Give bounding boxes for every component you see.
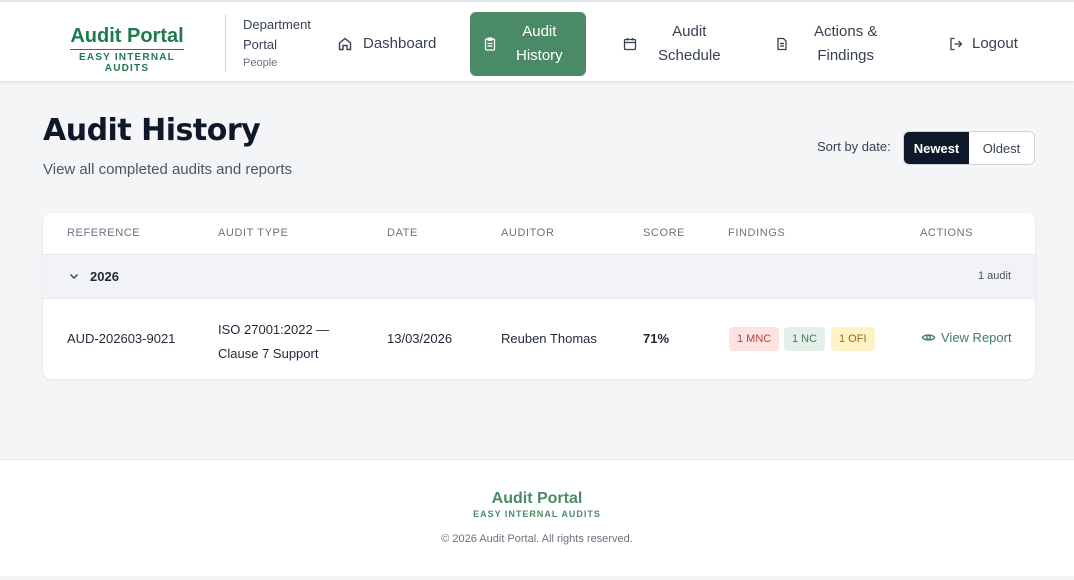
department-portal: Department Portal People xyxy=(243,15,311,71)
view-report-label: View Report xyxy=(941,330,1012,345)
year-group-row[interactable]: 2026 1 audit xyxy=(43,254,1035,299)
finding-badge-ofi: 1 OFI xyxy=(831,327,875,351)
group-count: 1 audit xyxy=(977,270,1011,282)
finding-badge-mnc: 1 MNC xyxy=(729,327,780,351)
audit-type-line2: Clause 7 Support xyxy=(218,346,319,361)
sort-oldest-button[interactable]: Oldest xyxy=(969,132,1034,164)
column-header-actions: ACTIONS xyxy=(920,227,974,239)
footer-brand-title: Audit Portal xyxy=(491,490,583,507)
department-line2: Portal xyxy=(243,37,277,52)
nav-actions-findings[interactable]: Actions & Findings xyxy=(774,12,877,76)
nav-logout[interactable]: Logout xyxy=(948,12,1018,76)
nav-actions-findings-label: Actions & Findings xyxy=(814,20,877,68)
top-navbar: Audit Portal EASY INTERNAL AUDITS Depart… xyxy=(0,2,1074,82)
column-header-auditor: AUDITOR xyxy=(501,227,555,239)
footer-brand-subtitle: EASY INTERNAL AUDITS xyxy=(473,509,601,519)
nav-logout-label: Logout xyxy=(972,35,1018,52)
clipboard-icon xyxy=(484,37,496,51)
department-line1: Department xyxy=(243,17,311,32)
nav-audit-schedule-line2: Schedule xyxy=(658,47,721,64)
cell-reference: AUD-202603-9021 xyxy=(67,331,176,346)
audit-type-line1: ISO 27001:2022 — xyxy=(218,322,330,337)
nav-audit-schedule[interactable]: Audit Schedule xyxy=(622,12,721,76)
column-header-score: SCORE xyxy=(643,227,686,239)
document-icon xyxy=(777,37,787,51)
nav-dashboard[interactable]: Dashboard xyxy=(337,12,436,76)
audit-history-table: REFERENCE AUDIT TYPE DATE AUDITOR SCORE … xyxy=(43,213,1035,379)
brand-logo[interactable]: Audit Portal EASY INTERNAL AUDITS xyxy=(57,24,197,74)
column-header-reference: REFERENCE xyxy=(67,227,141,239)
sort-label: Sort by date: xyxy=(817,139,891,154)
table-row: AUD-202603-9021 ISO 27001:2022 — Clause … xyxy=(43,299,1035,379)
nav-actions-line1: Actions & xyxy=(814,23,878,40)
logout-icon xyxy=(950,37,963,51)
column-header-audit-type: AUDIT TYPE xyxy=(218,227,289,239)
nav-dashboard-label: Dashboard xyxy=(363,35,437,52)
finding-badge-nc: 1 NC xyxy=(784,327,826,351)
footer-copyright: © 2026 Audit Portal. All rights reserved… xyxy=(441,533,633,545)
page-footer: Audit Portal EASY INTERNAL AUDITS © 2026… xyxy=(0,459,1074,576)
page-subtitle: View all completed audits and reports xyxy=(43,161,293,178)
sort-toggle: Newest Oldest xyxy=(903,131,1035,165)
cell-auditor: Reuben Thomas xyxy=(501,331,597,346)
column-header-date: DATE xyxy=(387,227,418,239)
page-title: Audit History xyxy=(43,113,261,148)
column-header-findings: FINDINGS xyxy=(728,227,786,239)
eye-icon xyxy=(921,334,936,341)
cell-audit-type: ISO 27001:2022 — Clause 7 Support xyxy=(218,318,329,366)
nav-audit-history-label: Audit History xyxy=(516,20,563,68)
chevron-down-icon[interactable] xyxy=(67,269,81,283)
table-header: REFERENCE AUDIT TYPE DATE AUDITOR SCORE … xyxy=(43,213,1035,254)
view-report-link[interactable]: View Report xyxy=(921,330,1012,345)
cell-score: 71% xyxy=(643,331,670,346)
calendar-icon xyxy=(623,38,637,51)
department-sub: People xyxy=(243,57,278,69)
cell-date: 13/03/2026 xyxy=(387,331,453,346)
brand-title: Audit Portal xyxy=(70,24,184,50)
brand-subtitle: EASY INTERNAL AUDITS xyxy=(79,52,175,74)
nav-actions-line2: Findings xyxy=(817,47,875,64)
header-divider xyxy=(225,14,226,72)
nav-audit-schedule-label: Audit Schedule xyxy=(658,20,721,68)
home-icon xyxy=(338,37,352,51)
sort-newest-button[interactable]: Newest xyxy=(904,132,969,164)
nav-audit-history[interactable]: Audit History xyxy=(470,12,586,76)
group-year: 2026 xyxy=(90,269,119,284)
nav-audit-history-line1: Audit xyxy=(522,23,557,40)
nav-audit-history-line2: History xyxy=(516,47,563,64)
nav-audit-schedule-line1: Audit xyxy=(672,23,707,40)
